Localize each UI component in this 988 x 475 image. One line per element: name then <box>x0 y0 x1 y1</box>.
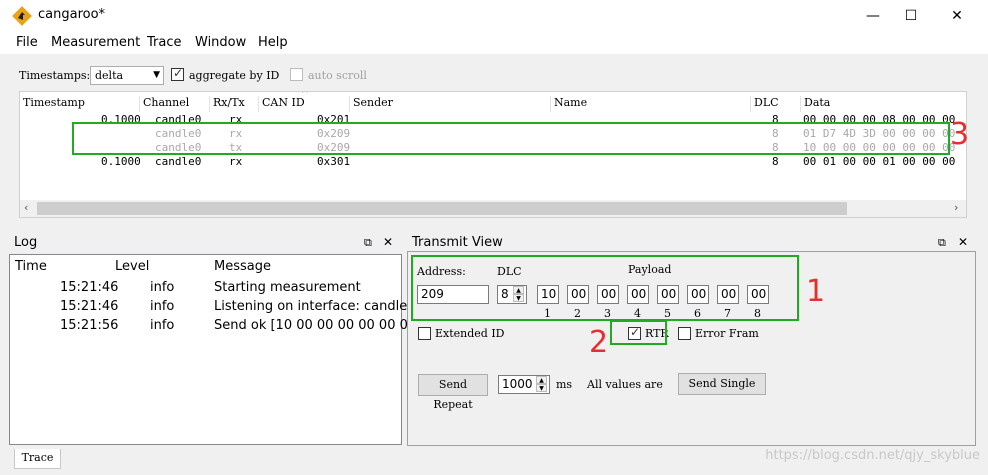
menu-file[interactable]: File <box>16 35 38 50</box>
log-message: Starting measurement <box>214 280 361 295</box>
log-time: 15:21:46 <box>60 280 119 295</box>
log-row[interactable]: 15:21:56 info Send ok [10 00 00 00 00 00… <box>10 318 420 337</box>
scroll-left-icon[interactable]: ‹ <box>24 201 28 214</box>
watermark-text: https://blog.csdn.net/qjy_skyblue <box>765 448 980 463</box>
can-id-header-label: CAN ID <box>262 96 305 109</box>
menu-window[interactable]: Window <box>195 35 246 50</box>
timestamps-label: Timestamps: <box>19 69 91 82</box>
float-panel-icon[interactable]: ⧉ <box>938 236 946 250</box>
spin-down-icon[interactable]: ▼ <box>536 384 547 392</box>
chevron-down-icon: ▼ <box>153 70 160 80</box>
horizontal-scrollbar[interactable]: ‹ › <box>20 200 966 217</box>
extended-id-checkbox[interactable] <box>418 327 431 340</box>
cell-channel: candle0 <box>155 155 202 168</box>
log-time: 15:21:56 <box>60 318 119 333</box>
extended-id-label: Extended ID <box>435 327 505 340</box>
tab-trace[interactable]: Trace <box>14 449 61 469</box>
annotation-box-1 <box>411 255 799 321</box>
cell-rxtx: rx <box>229 155 243 168</box>
column-header-can-id[interactable]: CAN ID ^ <box>259 92 350 112</box>
aggregate-label: aggregate by ID <box>189 69 280 82</box>
log-panel-title: Log <box>14 235 38 250</box>
annotation-box-2 <box>610 320 667 345</box>
log-row[interactable]: 15:21:46 info Starting measurement <box>10 280 401 299</box>
sort-ascending-icon: ^ <box>301 91 309 100</box>
kangaroo-app-icon <box>12 6 32 26</box>
column-header-sender[interactable]: Sender <box>350 96 551 112</box>
cell-timestamp: 0.1000 <box>101 155 141 168</box>
annotation-number-1: 1 <box>806 274 826 309</box>
cell-can-id: 0x301 <box>317 155 351 168</box>
annotation-number-3: 3 <box>950 117 970 152</box>
log-level: info <box>150 280 175 295</box>
error-frame-checkbox[interactable] <box>678 327 691 340</box>
autoscroll-label: auto scroll <box>308 69 367 82</box>
log-table[interactable]: Time Level Message 15:21:46 info Startin… <box>9 254 420 445</box>
menu-trace[interactable]: Trace <box>147 35 182 50</box>
autoscroll-checkbox[interactable] <box>290 68 303 81</box>
interval-spinner[interactable]: ▲ ▼ <box>536 376 547 392</box>
log-column-message[interactable]: Message <box>214 259 271 274</box>
menu-bar: File Measurement Trace Window Help <box>0 32 988 54</box>
interval-spinbox[interactable]: 1000 ▲ ▼ <box>498 375 550 394</box>
spin-up-icon[interactable]: ▲ <box>536 376 547 384</box>
scroll-right-icon[interactable]: › <box>954 201 958 214</box>
close-panel-icon[interactable]: ✕ <box>383 235 393 249</box>
interval-unit-label: ms <box>556 378 573 391</box>
all-values-text: All values are <box>587 378 663 391</box>
cell-data: 00 01 00 00 01 00 00 00 <box>803 155 956 168</box>
column-header-channel[interactable]: Channel <box>140 96 210 112</box>
log-message: Listening on interface: candle0 <box>214 299 416 314</box>
timestamps-select[interactable]: delta ▼ <box>90 66 164 85</box>
log-row[interactable]: 15:21:46 info Listening on interface: ca… <box>10 299 416 318</box>
log-column-level[interactable]: Level <box>115 259 149 274</box>
log-column-time[interactable]: Time <box>15 259 47 274</box>
send-single-button[interactable]: Send Single <box>678 373 766 395</box>
send-repeat-button[interactable]: Send Repeat <box>418 374 488 411</box>
menu-measurement[interactable]: Measurement <box>51 35 140 50</box>
log-time: 15:21:46 <box>60 299 119 314</box>
column-header-data[interactable]: Data <box>801 96 966 112</box>
column-header-rxtx[interactable]: Rx/Tx <box>210 96 259 112</box>
menu-help[interactable]: Help <box>258 35 288 50</box>
column-header-dlc[interactable]: DLC <box>751 96 801 112</box>
close-panel-icon[interactable]: ✕ <box>958 235 968 249</box>
close-window-button[interactable]: ✕ <box>934 0 980 32</box>
annotation-number-2: 2 <box>589 325 609 360</box>
column-header-name[interactable]: Name <box>551 96 751 112</box>
title-bar: cangaroo* — ☐ ✕ <box>0 0 988 32</box>
trace-row[interactable]: 0.1000 candle0 rx 0x301 8 00 01 00 00 01… <box>20 155 966 169</box>
column-header-timestamp[interactable]: Timestamp <box>20 96 140 112</box>
error-frame-label: Error Fram <box>695 327 759 340</box>
aggregate-checkbox[interactable] <box>171 66 184 81</box>
log-level: info <box>150 318 175 333</box>
cell-dlc: 8 <box>772 155 779 168</box>
window-title: cangaroo* <box>38 7 106 22</box>
log-message: Send ok [10 00 00 00 00 00 0... <box>214 318 421 333</box>
maximize-button[interactable]: ☐ <box>888 0 934 32</box>
scrollbar-thumb[interactable] <box>37 202 847 215</box>
annotation-box-3 <box>72 122 950 155</box>
interval-spinbox-value: 1000 <box>502 377 533 391</box>
timestamps-select-value: delta <box>95 69 124 82</box>
log-level: info <box>150 299 175 314</box>
float-panel-icon[interactable]: ⧉ <box>364 236 372 250</box>
